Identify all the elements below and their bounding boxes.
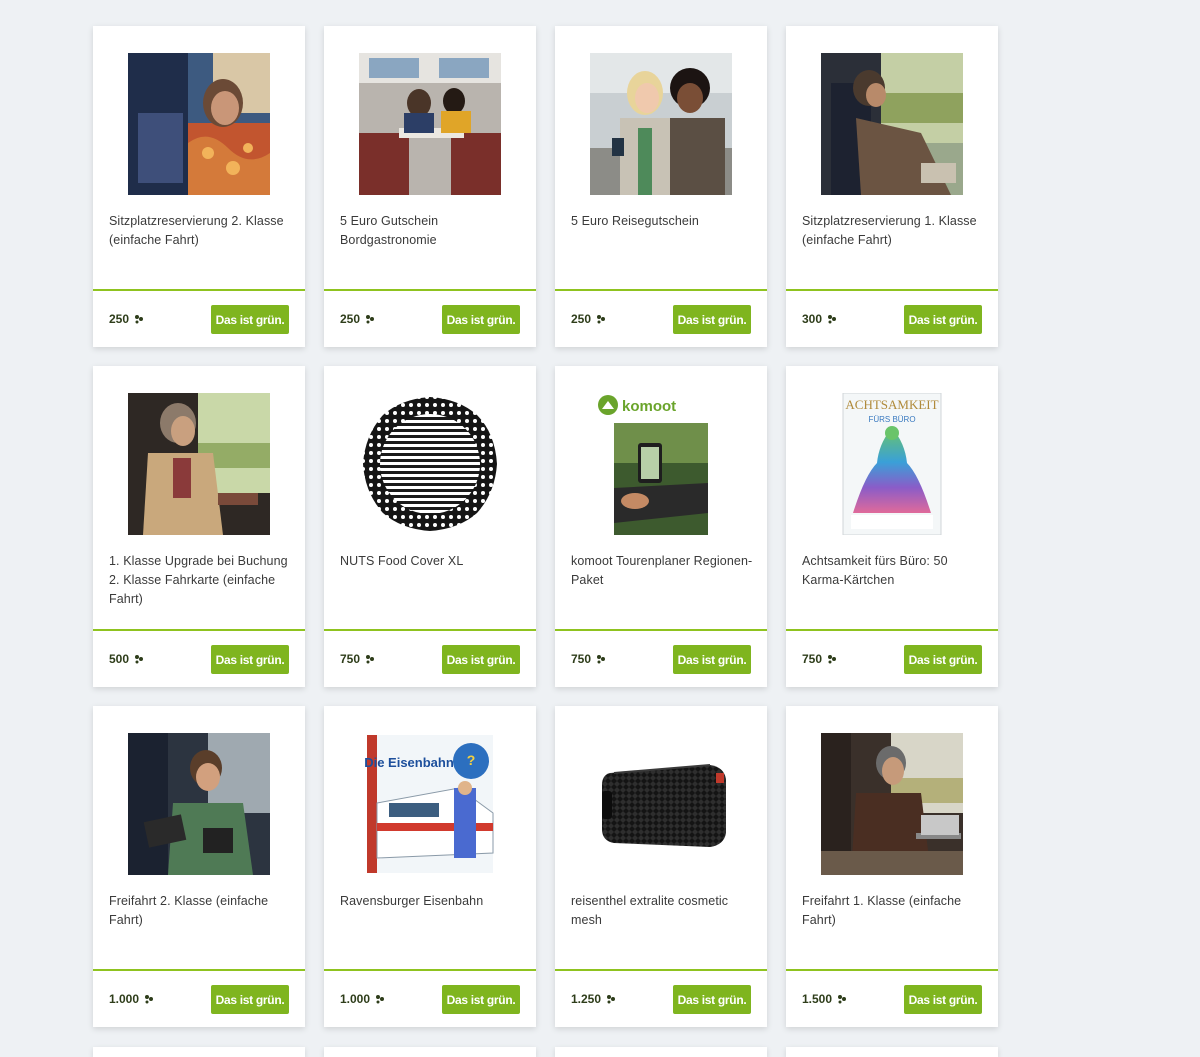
product-image[interactable] [590, 733, 732, 875]
card-divider [324, 289, 536, 291]
product-card[interactable]: NUTS Food Cover XL 750 Das ist grün. [324, 366, 536, 687]
product-title: Ravensburger Eisenbahn [340, 894, 484, 908]
svg-text:?: ? [467, 752, 476, 768]
das-ist-gruen-button[interactable]: Das ist grün. [904, 305, 982, 334]
product-title: Sitzplatzreservierung 2. Klasse (einfach… [109, 214, 284, 247]
product-title: NUTS Food Cover XL [340, 554, 464, 568]
product-price: 750 [571, 652, 606, 666]
leaf-points-icon [596, 654, 606, 664]
product-card-partial[interactable] [324, 1047, 536, 1057]
product-title: 1. Klasse Upgrade bei Buchung 2. Klasse … [109, 554, 288, 606]
leaf-points-icon [365, 654, 375, 664]
product-price: 1.500 [802, 992, 847, 1006]
product-image[interactable]: Die Eisenbahn ? [359, 733, 501, 875]
product-title: Freifahrt 1. Klasse (einfache Fahrt) [802, 894, 962, 927]
card-divider [786, 969, 998, 971]
book-cover-title: Die Eisenbahn [364, 755, 454, 770]
product-title: Sitzplatzreservierung 1. Klasse (einfach… [802, 214, 977, 247]
leaf-points-icon [375, 994, 385, 1004]
product-price: 750 [340, 652, 375, 666]
product-price: 1.000 [340, 992, 385, 1006]
komoot-logo-text: komoot [622, 398, 676, 415]
product-image[interactable] [821, 733, 963, 875]
das-ist-gruen-button[interactable]: Das ist grün. [904, 645, 982, 674]
product-card[interactable]: komoot komoot Tourenplaner Regionen-Pake… [555, 366, 767, 687]
product-grid: Sitzplatzreservierung 2. Klasse (einfach… [93, 26, 998, 1027]
card-divider [324, 629, 536, 631]
product-card-partial[interactable] [786, 1047, 998, 1057]
card-divider [93, 969, 305, 971]
leaf-points-icon [365, 314, 375, 324]
product-image[interactable] [128, 733, 270, 875]
book-cover-subtitle: FÜRS BÜRO [868, 415, 915, 424]
das-ist-gruen-button[interactable]: Das ist grün. [211, 645, 289, 674]
product-title: komoot Tourenplaner Regionen-Paket [571, 554, 753, 587]
product-title: Achtsamkeit fürs Büro: 50 Karma-Kärtchen [802, 554, 948, 587]
leaf-points-icon [827, 314, 837, 324]
product-card[interactable]: 5 Euro Gutschein Bordgastronomie 250 Das… [324, 26, 536, 347]
product-image[interactable] [821, 53, 963, 195]
card-divider [324, 969, 536, 971]
next-row-peek [93, 1047, 998, 1057]
product-card[interactable]: Sitzplatzreservierung 2. Klasse (einfach… [93, 26, 305, 347]
product-image[interactable]: komoot [590, 393, 732, 535]
product-card[interactable]: ACHTSAMKEIT FÜRS BÜRO Achtsamkeit fürs B… [786, 366, 998, 687]
das-ist-gruen-button[interactable]: Das ist grün. [211, 985, 289, 1014]
product-price: 1.250 [571, 992, 616, 1006]
product-price: 500 [109, 652, 144, 666]
leaf-points-icon [596, 314, 606, 324]
product-image[interactable] [590, 53, 732, 195]
product-image[interactable] [128, 393, 270, 535]
product-title: 5 Euro Gutschein Bordgastronomie [340, 214, 439, 247]
card-divider [555, 969, 767, 971]
product-image[interactable] [359, 393, 501, 535]
product-price: 250 [571, 312, 606, 326]
card-divider [786, 629, 998, 631]
leaf-points-icon [134, 654, 144, 664]
product-price: 250 [109, 312, 144, 326]
das-ist-gruen-button[interactable]: Das ist grün. [673, 305, 751, 334]
product-price: 750 [802, 652, 837, 666]
das-ist-gruen-button[interactable]: Das ist grün. [673, 985, 751, 1014]
product-title: 5 Euro Reisegutschein [571, 214, 699, 228]
card-divider [555, 289, 767, 291]
product-card[interactable]: 5 Euro Reisegutschein 250 Das ist grün. [555, 26, 767, 347]
card-divider [786, 289, 998, 291]
product-image[interactable] [359, 53, 501, 195]
leaf-points-icon [837, 994, 847, 1004]
product-card[interactable]: Die Eisenbahn ? Ravensburger Eisenbahn 1… [324, 706, 536, 1027]
das-ist-gruen-button[interactable]: Das ist grün. [442, 305, 520, 334]
card-divider [93, 289, 305, 291]
product-price: 300 [802, 312, 837, 326]
product-card[interactable]: Sitzplatzreservierung 1. Klasse (einfach… [786, 26, 998, 347]
leaf-points-icon [606, 994, 616, 1004]
das-ist-gruen-button[interactable]: Das ist grün. [442, 645, 520, 674]
product-price: 250 [340, 312, 375, 326]
das-ist-gruen-button[interactable]: Das ist grün. [904, 985, 982, 1014]
das-ist-gruen-button[interactable]: Das ist grün. [673, 645, 751, 674]
product-card-partial[interactable] [555, 1047, 767, 1057]
leaf-points-icon [827, 654, 837, 664]
leaf-points-icon [134, 314, 144, 324]
book-cover-title: ACHTSAMKEIT [845, 397, 938, 412]
product-title: reisenthel extralite cosmetic mesh [571, 894, 729, 927]
product-card[interactable]: reisenthel extralite cosmetic mesh 1.250… [555, 706, 767, 1027]
das-ist-gruen-button[interactable]: Das ist grün. [442, 985, 520, 1014]
product-price: 1.000 [109, 992, 154, 1006]
product-card-partial[interactable] [93, 1047, 305, 1057]
das-ist-gruen-button[interactable]: Das ist grün. [211, 305, 289, 334]
card-divider [93, 629, 305, 631]
product-image[interactable] [128, 53, 270, 195]
product-card[interactable]: Freifahrt 1. Klasse (einfache Fahrt) 1.5… [786, 706, 998, 1027]
leaf-points-icon [144, 994, 154, 1004]
product-title: Freifahrt 2. Klasse (einfache Fahrt) [109, 894, 269, 927]
product-card[interactable]: Freifahrt 2. Klasse (einfache Fahrt) 1.0… [93, 706, 305, 1027]
product-image[interactable]: ACHTSAMKEIT FÜRS BÜRO [821, 393, 963, 535]
card-divider [555, 629, 767, 631]
product-card[interactable]: 1. Klasse Upgrade bei Buchung 2. Klasse … [93, 366, 305, 687]
